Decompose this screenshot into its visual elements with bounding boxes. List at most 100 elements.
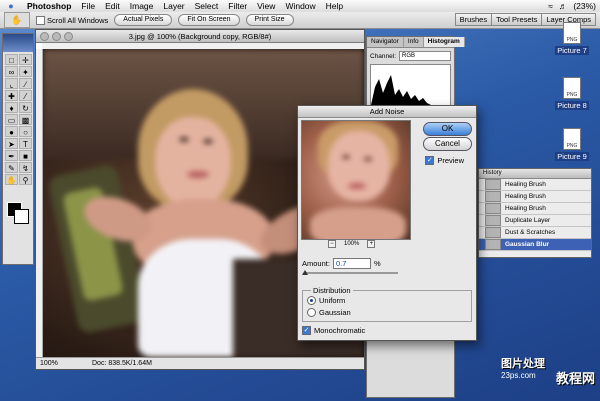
desktop-icon-picture-9[interactable]: PNG Picture 9 <box>552 128 592 161</box>
magic-wand-tool-icon[interactable]: ✦ <box>19 66 32 77</box>
gradient-tool-icon[interactable]: ▩ <box>19 114 32 125</box>
monochromatic-option[interactable]: ✓ Monochromatic <box>302 326 365 335</box>
history-item[interactable]: Healing Brush <box>479 203 591 215</box>
duplicate-layer-icon <box>485 215 501 226</box>
gaussian-radio[interactable] <box>307 308 316 317</box>
battery-status[interactable]: (23%) <box>573 1 596 11</box>
blur-tool-icon[interactable]: ● <box>5 126 18 137</box>
scroll-all-label: Scroll All Windows <box>47 15 109 25</box>
monochromatic-checkbox[interactable]: ✓ <box>302 326 311 335</box>
history-item[interactable]: Healing Brush <box>479 179 591 191</box>
menu-image[interactable]: Image <box>125 1 159 11</box>
well-tool-presets[interactable]: Tool Presets <box>491 13 543 26</box>
channel-select[interactable]: RGB <box>399 51 451 61</box>
menu-select[interactable]: Select <box>190 1 224 11</box>
menu-app-name[interactable]: Photoshop <box>22 1 76 11</box>
type-tool-icon[interactable]: T <box>19 138 32 149</box>
well-brushes[interactable]: Brushes <box>454 13 493 26</box>
path-selection-tool-icon[interactable]: ➤ <box>5 138 18 149</box>
menu-edit[interactable]: Edit <box>100 1 125 11</box>
volume-icon[interactable]: ♬ <box>559 1 568 11</box>
cancel-button[interactable]: Cancel <box>423 137 472 151</box>
png-file-icon: PNG <box>563 128 581 150</box>
notes-tool-icon[interactable]: ✎ <box>5 162 18 173</box>
eyedropper-tool-icon[interactable]: ↯ <box>19 162 32 173</box>
tab-navigator[interactable]: Navigator <box>367 37 404 47</box>
menu-view[interactable]: View <box>252 1 280 11</box>
history-brush-tool-icon[interactable]: ↻ <box>19 102 32 113</box>
print-size-button[interactable]: Print Size <box>245 14 294 26</box>
history-palette: History Healing Brush Healing Brush Heal… <box>478 168 592 258</box>
gaussian-option[interactable]: Gaussian <box>307 308 351 317</box>
history-item[interactable]: Dust & Scratches <box>479 227 591 239</box>
ok-button[interactable]: OK <box>423 122 472 136</box>
uniform-radio[interactable] <box>307 296 316 305</box>
menu-file[interactable]: File <box>76 1 100 11</box>
filter-preview[interactable] <box>301 120 411 240</box>
add-noise-dialog: Add Noise − 100% + OK Cancel ✓ Preview A… <box>297 105 477 341</box>
menu-help[interactable]: Help <box>321 1 348 11</box>
background-color-swatch[interactable] <box>14 209 29 224</box>
crop-tool-icon[interactable]: ⌞ <box>5 78 18 89</box>
dialog-title[interactable]: Add Noise <box>298 106 476 118</box>
document-title-bar[interactable]: 3.jpg @ 100% (Background copy, RGB/8#) <box>36 30 364 43</box>
shape-tool-icon[interactable]: ■ <box>19 150 32 161</box>
scroll-all-checkbox[interactable] <box>36 15 45 25</box>
eraser-tool-icon[interactable]: ▭ <box>5 114 18 125</box>
lasso-tool-icon[interactable]: ∞ <box>5 66 18 77</box>
brush-tool-icon[interactable]: ⁄ <box>19 90 32 101</box>
desktop-icon-picture-8[interactable]: PNG Picture 8 <box>552 77 592 110</box>
menu-filter[interactable]: Filter <box>223 1 252 11</box>
amount-input[interactable]: 0.7 <box>332 258 371 269</box>
zoom-window-icon[interactable] <box>64 32 73 41</box>
marquee-tool-icon[interactable]: □ <box>5 54 18 65</box>
vertical-ruler[interactable] <box>36 49 43 357</box>
adobe-feather-icon[interactable] <box>3 34 33 52</box>
fit-on-screen-button[interactable]: Fit On Screen <box>178 14 240 26</box>
zoom-out-icon[interactable]: − <box>328 240 336 248</box>
minimize-window-icon[interactable] <box>52 32 61 41</box>
history-item[interactable]: Healing Brush <box>479 191 591 203</box>
document-size[interactable]: Doc: 838.5K/1.64M <box>92 360 152 367</box>
close-window-icon[interactable] <box>40 32 49 41</box>
filter-icon <box>485 239 501 250</box>
wifi-icon[interactable]: ≈ <box>548 1 553 11</box>
hand-tool-icon[interactable]: ✋ <box>5 174 18 185</box>
zoom-level[interactable]: 100% <box>36 360 70 367</box>
tab-histogram[interactable]: Histogram <box>423 37 465 47</box>
move-tool-icon[interactable]: ✛ <box>19 54 32 65</box>
menu-layer[interactable]: Layer <box>158 1 189 11</box>
amount-slider[interactable] <box>302 270 398 275</box>
slider-thumb-icon[interactable] <box>302 270 308 275</box>
preview-option[interactable]: ✓ Preview <box>425 156 464 165</box>
preview-checkbox[interactable]: ✓ <box>425 156 435 165</box>
slice-tool-icon[interactable]: ∕ <box>19 78 32 89</box>
stamp-tool-icon[interactable]: ♦ <box>5 102 18 113</box>
distribution-label: Distribution <box>311 286 353 295</box>
history-title[interactable]: History <box>479 169 591 179</box>
actual-pixels-button[interactable]: Actual Pixels <box>114 14 173 26</box>
gaussian-label: Gaussian <box>319 308 351 317</box>
desktop-icon-label: Picture 8 <box>555 101 589 110</box>
scroll-all-windows-option[interactable]: Scroll All Windows <box>36 15 109 25</box>
desktop-icon-picture-7[interactable]: PNG Picture 7 <box>552 22 592 55</box>
amount-unit: % <box>373 259 381 268</box>
history-item-selected[interactable]: Gaussian Blur <box>479 239 591 251</box>
document-title: 3.jpg @ 100% (Background copy, RGB/8#) <box>128 31 272 41</box>
uniform-option[interactable]: Uniform <box>307 296 345 305</box>
history-item[interactable]: Duplicate Layer <box>479 215 591 227</box>
zoom-tool-icon[interactable]: ⚲ <box>19 174 32 185</box>
watermark-line-1: 图片处理 <box>501 358 545 370</box>
distribution-group: Distribution Uniform Gaussian <box>302 286 472 322</box>
apple-menu-icon[interactable]: ● <box>0 1 22 11</box>
hand-tool-preset-icon[interactable]: ✋ <box>4 12 30 28</box>
zoom-in-icon[interactable]: + <box>367 240 376 248</box>
dodge-tool-icon[interactable]: ○ <box>19 126 32 137</box>
tab-info[interactable]: Info <box>404 37 424 47</box>
healing-brush-tool-icon[interactable]: ✚ <box>5 90 18 101</box>
menu-window[interactable]: Window <box>280 1 320 11</box>
amount-row: Amount: 0.7 % <box>302 258 381 269</box>
pen-tool-icon[interactable]: ✒ <box>5 150 18 161</box>
png-file-icon: PNG <box>563 22 581 44</box>
preview-zoom-level: 100% <box>344 241 360 247</box>
